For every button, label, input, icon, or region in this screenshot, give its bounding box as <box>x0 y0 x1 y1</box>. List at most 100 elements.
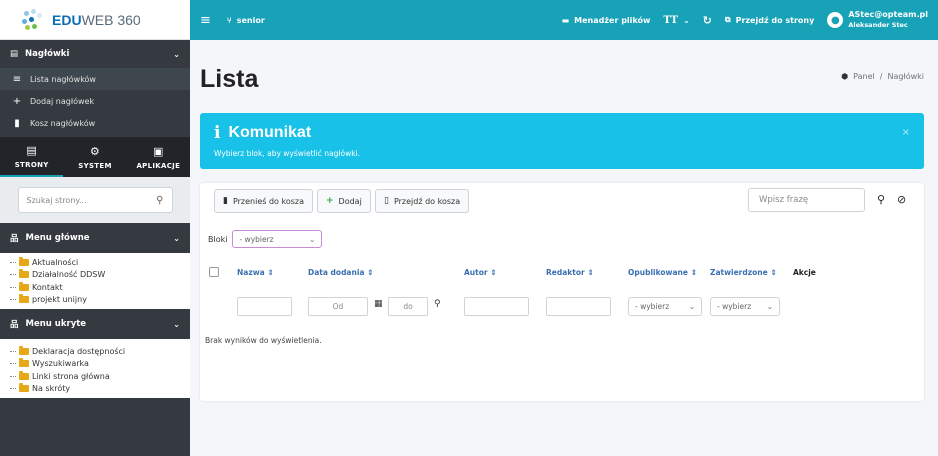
search-input[interactable]: Wpisz frazę <box>748 188 865 212</box>
empty-message: Brak wyników do wyświetlenia. <box>205 336 322 345</box>
sitemap-icon: 品 <box>10 234 19 244</box>
tree-item[interactable]: Kontakt <box>10 281 190 294</box>
tree-item[interactable]: Aktualności <box>10 256 190 269</box>
chevron-down-icon: ⌄ <box>173 233 180 243</box>
tree-item[interactable]: Działalność DDSW <box>10 269 190 282</box>
tree-item[interactable]: Linki strona główna <box>10 370 190 383</box>
column-data-dodania[interactable]: Data dodania ⇕ <box>308 268 373 277</box>
hamburger-icon[interactable]: ≡ <box>200 13 211 28</box>
sidebar: EDUWEB 360 ▤ Nagłówki ⌄ ≡ Lista nagłówkó… <box>0 0 190 456</box>
topbar: ≡ ⑂ senior ▬ Menadżer plików TT ⌄ ↻ ⧉ Pr… <box>190 0 938 40</box>
sort-icon: ⇕ <box>367 268 374 277</box>
tab-system[interactable]: ⚙ SYSTEM <box>63 137 126 177</box>
bloki-select[interactable]: - wybierz ⌄ <box>232 230 323 248</box>
brand-logo-icon <box>22 8 44 31</box>
main-content: Lista ⬢ Panel / Nagłówki i Komunikat Wyb… <box>190 40 938 456</box>
tab-strony[interactable]: ▤ STRONY <box>0 137 64 177</box>
cogs-icon: ⚙ <box>89 144 101 158</box>
sidebar-section-naglowki[interactable]: ▤ Nagłówki ⌄ <box>0 40 190 68</box>
breadcrumb-separator: / <box>879 72 883 81</box>
sidebar-item-lista-naglowkow[interactable]: ≡ Lista nagłówków <box>0 68 190 90</box>
search-icon[interactable]: ⚲ <box>434 299 441 309</box>
tab-label: SYSTEM <box>78 161 112 170</box>
filter-opublikowane-select[interactable]: - wybierz ⌄ <box>628 297 702 316</box>
column-redaktor[interactable]: Redaktor ⇕ <box>546 268 594 277</box>
close-icon[interactable]: × <box>902 127 910 138</box>
column-autor[interactable]: Autor ⇕ <box>464 268 497 277</box>
breadcrumb-home[interactable]: Panel <box>853 72 875 81</box>
move-to-trash-button[interactable]: ▮ Przenieś do kosza <box>214 189 313 213</box>
select-value: - wybierz <box>635 302 670 311</box>
filter-zatwierdzone-select[interactable]: - wybierz ⌄ <box>710 297 780 316</box>
folder-icon <box>19 383 29 393</box>
filter-redaktor-input[interactable] <box>546 297 611 316</box>
bloki-filter: Bloki - wybierz ⌄ <box>208 230 323 248</box>
refresh-icon[interactable]: ↻ <box>703 14 712 27</box>
brand-name: EDUWEB 360 <box>52 11 141 28</box>
select-all-checkbox[interactable] <box>209 267 219 277</box>
file-manager-label: Menadżer plików <box>574 15 651 25</box>
callout-title: Komunikat <box>228 124 312 141</box>
site-switcher[interactable]: ⑂ senior <box>227 16 265 25</box>
search-icon[interactable]: ⚲ <box>156 195 163 206</box>
search-icon[interactable]: ⚲ <box>877 193 885 206</box>
search-placeholder: Szukaj strony... <box>26 195 87 205</box>
sidebar-tabs: ▤ STRONY ⚙ SYSTEM ▣ APLIKACJE <box>0 137 190 177</box>
sidebar-item-dodaj-naglowek[interactable]: + Dodaj nagłówek <box>0 90 190 112</box>
filter-date-to-input[interactable]: do <box>388 297 428 316</box>
sidebar-search-input[interactable]: Szukaj strony... ⚲ <box>17 187 173 213</box>
user-name: Aleksander Stec <box>848 21 908 29</box>
file-icon: ▤ <box>26 143 38 157</box>
menu-glowne-header[interactable]: 品 Menu główne ⌄ <box>0 223 190 253</box>
chevron-down-icon: ⌄ <box>173 49 180 59</box>
trash-icon: ▯ <box>384 196 389 206</box>
sort-icon: ⇕ <box>690 268 697 277</box>
tab-label: STRONY <box>14 160 49 169</box>
button-label: Dodaj <box>338 196 362 206</box>
text-size-dropdown[interactable]: TT ⌄ <box>663 15 689 26</box>
folder-icon <box>19 256 29 266</box>
plus-icon: + <box>326 196 334 206</box>
plus-icon: + <box>12 95 22 107</box>
dashboard-icon: ⬢ <box>841 72 849 81</box>
column-nazwa[interactable]: Nazwa ⇕ <box>237 268 274 277</box>
sidebar-item-kosz-naglowkow[interactable]: ▮ Kosz nagłówków <box>0 112 190 134</box>
tree-item-label: Linki strona główna <box>32 371 110 381</box>
calendar-icon[interactable]: ▦ <box>374 299 383 309</box>
sitemap-icon: 品 <box>10 320 19 330</box>
tree-item[interactable]: Na skróty <box>10 383 190 396</box>
tree-item[interactable]: Wyszukiwarka <box>10 358 190 371</box>
tree-item-label: Na skróty <box>32 384 71 394</box>
file-manager-link[interactable]: ▬ Menadżer plików <box>562 16 651 25</box>
add-button[interactable]: + Dodaj <box>317 189 371 213</box>
folder-icon <box>19 294 29 304</box>
chevron-down-icon: ⌄ <box>688 302 695 311</box>
menu-ukryte-tree: Deklaracja dostępności Wyszukiwarka Link… <box>0 339 190 398</box>
filter-date-from-input[interactable]: Od <box>308 297 368 316</box>
window-icon: ▣ <box>152 144 164 158</box>
trash-icon: ▮ <box>14 117 20 129</box>
filter-autor-input[interactable] <box>464 297 529 316</box>
user-menu[interactable]: ● AStec@opteam.pl Aleksander Stec <box>827 10 928 30</box>
filter-nazwa-input[interactable] <box>237 297 292 316</box>
clear-icon[interactable]: ⊘ <box>897 193 906 206</box>
breadcrumb-current: Nagłówki <box>887 72 924 81</box>
go-to-site-link[interactable]: ⧉ Przejdź do strony <box>725 15 814 25</box>
date-from-placeholder: Od <box>332 302 344 311</box>
sidebar-item-label: Kosz nagłówków <box>30 118 96 128</box>
text-size-label: TT <box>663 14 678 26</box>
column-opublikowane[interactable]: Opublikowane ⇕ <box>628 268 697 277</box>
column-zatwierdzone[interactable]: Zatwierdzone ⇕ <box>710 268 777 277</box>
tab-aplikacje[interactable]: ▣ APLIKACJE <box>127 137 190 177</box>
chevron-down-icon: ⌄ <box>309 234 316 244</box>
menu-ukryte-header[interactable]: 品 Menu ukryte ⌄ <box>0 309 190 339</box>
brand[interactable]: EDUWEB 360 <box>0 0 190 40</box>
go-to-trash-button[interactable]: ▯ Przejdź do kosza <box>375 189 470 213</box>
sitemap-icon: ⑂ <box>226 15 232 25</box>
folder-icon <box>19 358 29 368</box>
list-card: ▮ Przenieś do kosza + Dodaj ▯ Przejdź do… <box>200 183 924 401</box>
tree-item[interactable]: Deklaracja dostępności <box>10 345 190 358</box>
tree-item[interactable]: projekt unijny <box>10 294 190 307</box>
folder-icon <box>19 269 29 279</box>
bloki-label: Bloki <box>208 234 228 244</box>
